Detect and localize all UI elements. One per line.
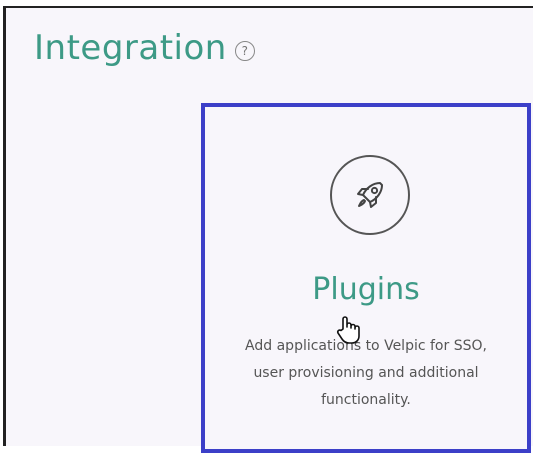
integration-panel: Integration ? Plugins Add applications t… [3, 6, 533, 453]
plugins-card[interactable]: Plugins Add applications to Velpic for S… [201, 103, 531, 453]
rocket-icon [330, 155, 410, 235]
plugins-description: Add applications to Velpic for SSO, user… [245, 338, 487, 408]
help-icon[interactable]: ? [234, 41, 255, 61]
hand-pointer-icon [335, 315, 361, 349]
plugins-title[interactable]: Plugins [205, 272, 527, 307]
page-title: Integration [34, 28, 227, 68]
page-header: Integration ? [34, 28, 255, 68]
